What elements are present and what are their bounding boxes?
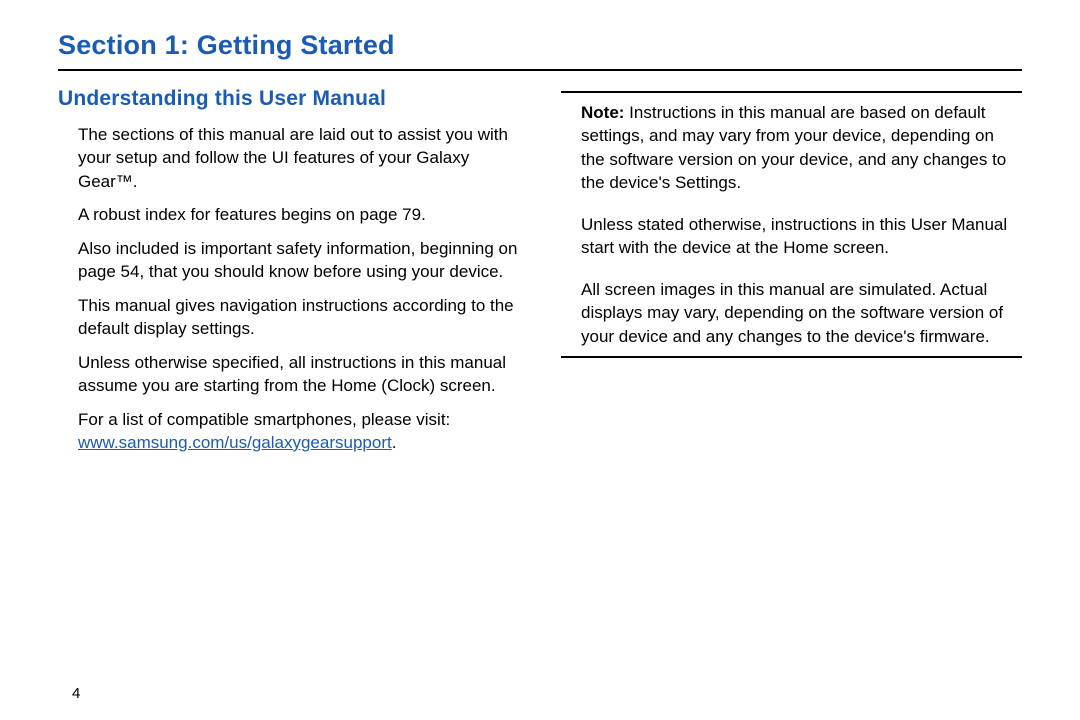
note-label: Note: [581,103,624,122]
section-title: Section 1: Getting Started [58,30,1022,69]
paragraph: The sections of this manual are laid out… [78,123,519,193]
support-link[interactable]: www.samsung.com/us/galaxygearsupport [78,433,392,452]
note-divider-top [561,91,1022,93]
content-columns: Understanding this User Manual The secti… [58,87,1022,464]
paragraph: Unless otherwise specified, all instruct… [78,351,519,398]
page-number: 4 [72,685,80,702]
paragraph: This manual gives navigation instruction… [78,294,519,341]
note-paragraph: Unless stated otherwise, instructions in… [581,213,1022,260]
left-column: Understanding this User Manual The secti… [58,87,519,464]
paragraph: For a list of compatible smartphones, pl… [78,408,519,455]
note-text: Instructions in this manual are based on… [581,103,1006,192]
sub-title: Understanding this User Manual [58,87,519,111]
paragraph-text: For a list of compatible smartphones, pl… [78,410,450,429]
note-paragraph: Note: Instructions in this manual are ba… [581,101,1022,195]
section-divider [58,69,1022,71]
note-block: Note: Instructions in this manual are ba… [581,101,1022,348]
note-divider-bottom [561,356,1022,358]
paragraph: A robust index for features begins on pa… [78,203,519,226]
paragraph: Also included is important safety inform… [78,237,519,284]
paragraph-text: . [392,433,397,452]
right-column: Note: Instructions in this manual are ba… [561,87,1022,464]
note-paragraph: All screen images in this manual are sim… [581,278,1022,348]
